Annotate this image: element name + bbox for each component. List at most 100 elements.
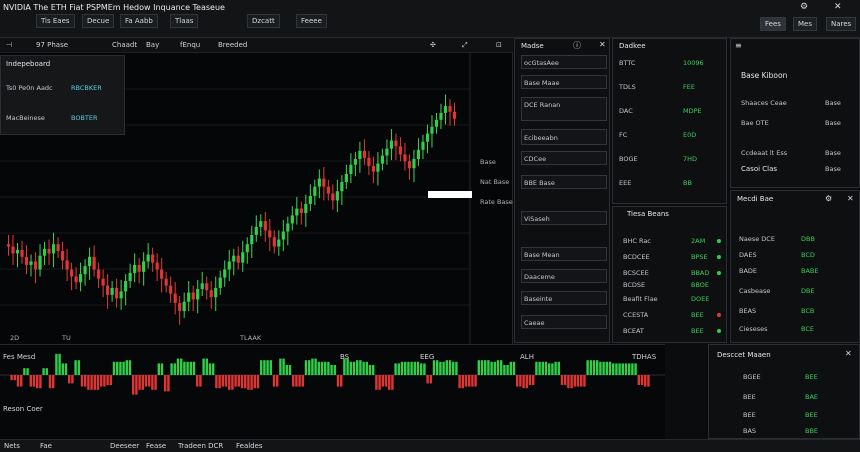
menu-icon[interactable]: ≡ bbox=[735, 41, 742, 50]
close-icon[interactable]: ✕ bbox=[834, 2, 842, 12]
position-sym-4[interactable]: BCDSE bbox=[623, 281, 645, 289]
position-sym-3[interactable]: BCSCEE bbox=[623, 269, 649, 277]
bottom-item-4[interactable]: Fease bbox=[146, 442, 166, 450]
position-sym-1[interactable]: BHC Rac bbox=[623, 237, 651, 245]
indicator-bar bbox=[384, 375, 388, 387]
info-icon[interactable]: ⓘ bbox=[573, 40, 581, 51]
candle bbox=[245, 244, 249, 253]
position-sym-2[interactable]: BCDCEE bbox=[623, 253, 650, 261]
indicator-bar bbox=[90, 375, 93, 390]
orderbook-item-7[interactable]: ViSaseh bbox=[521, 211, 607, 225]
candle bbox=[214, 287, 218, 298]
close-icon[interactable]: ✕ bbox=[599, 40, 606, 49]
chart-toolbar-item-3[interactable]: Bay bbox=[146, 41, 159, 49]
chart-toolbar-item-1[interactable]: 97 Phase bbox=[36, 41, 68, 49]
candle bbox=[299, 208, 303, 214]
orderbook-item-10[interactable]: Baseinte bbox=[521, 291, 607, 305]
orderbook-item-3[interactable]: DCE Ranan bbox=[521, 97, 607, 121]
indicator-bar bbox=[138, 375, 141, 390]
orderbook-item-6[interactable]: BBE Base bbox=[521, 175, 607, 189]
indicator-bar bbox=[640, 375, 644, 385]
indicator-tick-2: EEG bbox=[420, 353, 435, 361]
indicator-bar bbox=[20, 375, 23, 387]
time-tick-2: TU bbox=[62, 334, 71, 342]
overlay-row-label-2: MacBeinese bbox=[6, 114, 45, 122]
crosshair-icon[interactable]: ✣ bbox=[430, 41, 436, 49]
header-button-2[interactable]: Mes bbox=[793, 17, 817, 31]
depth-value-5: BCB bbox=[801, 307, 815, 315]
trade-a-2: BEE bbox=[743, 393, 756, 401]
header-button-3[interactable]: Nares bbox=[826, 17, 857, 31]
orderbook-item-5[interactable]: CDCee bbox=[521, 151, 607, 165]
indicator-bar bbox=[52, 375, 55, 389]
orderbook-title: Madse bbox=[521, 42, 544, 50]
watch-sym-1[interactable]: BTTC bbox=[619, 59, 635, 67]
watch-sym-3[interactable]: DAC bbox=[619, 107, 633, 115]
indicator-bar bbox=[538, 361, 541, 375]
settings-icon[interactable]: ⚙ bbox=[800, 2, 808, 12]
trade-a-4: BAS bbox=[743, 427, 757, 435]
orderbook-item-2[interactable]: Base Maae bbox=[521, 75, 607, 89]
orderbook-item-4[interactable]: Ecibeeabn bbox=[521, 129, 607, 145]
indicator-bar bbox=[199, 375, 202, 387]
tab-3[interactable]: Fa Aabb bbox=[120, 14, 158, 28]
candle bbox=[15, 249, 20, 254]
orderbook-item-8[interactable]: Base Mean bbox=[521, 247, 607, 261]
candle bbox=[69, 269, 74, 277]
depth-value-2: BCD bbox=[801, 251, 815, 259]
bottom-item-5[interactable]: Tradeen DCR bbox=[178, 442, 223, 450]
bottom-item-2[interactable]: Fae bbox=[40, 442, 52, 450]
chart-toolbar-item-5[interactable]: Breeded bbox=[218, 41, 247, 49]
indicator-chart[interactable] bbox=[0, 345, 665, 440]
candle bbox=[326, 186, 330, 194]
orderbook-item-11[interactable]: Caeae bbox=[521, 315, 607, 329]
settings-icon[interactable]: ⚙ bbox=[825, 194, 832, 203]
candle bbox=[196, 289, 200, 300]
indicator-bar bbox=[231, 375, 234, 390]
candle bbox=[137, 264, 141, 272]
watch-sym-5[interactable]: BOGE bbox=[619, 155, 638, 163]
candle bbox=[124, 281, 128, 292]
watch-sym-4[interactable]: FC bbox=[619, 131, 627, 139]
chart-toolbar-item-4[interactable]: fEnqu bbox=[180, 41, 200, 49]
trade-a-3: BEE bbox=[743, 411, 756, 419]
close-icon[interactable]: ✕ bbox=[847, 194, 854, 203]
tab-1[interactable]: Tis Eaes bbox=[36, 14, 75, 28]
indicator-bar bbox=[112, 361, 116, 375]
orderbook-item-1[interactable]: ocGtasAee bbox=[521, 55, 607, 69]
indicator-bar bbox=[106, 375, 109, 385]
indicator-bar bbox=[16, 375, 20, 387]
indicator-bar bbox=[621, 363, 624, 375]
orderbook-item-9[interactable]: Daaceme bbox=[521, 269, 607, 283]
indicator-bar bbox=[58, 353, 61, 375]
position-sym-6[interactable]: CCESTA bbox=[623, 311, 648, 319]
bottom-item-3[interactable]: Deeseer bbox=[110, 442, 139, 450]
position-sym-7[interactable]: BCEAT bbox=[623, 327, 644, 335]
position-sym-5[interactable]: Beafit Flae bbox=[623, 295, 658, 303]
expand-icon[interactable]: ⊡ bbox=[496, 41, 502, 49]
indicator-bar bbox=[381, 375, 384, 387]
zoom-icon[interactable]: ⤢ bbox=[462, 41, 468, 50]
watch-sym-6[interactable]: EEE bbox=[619, 179, 631, 187]
indicator-bar bbox=[647, 375, 650, 387]
tab-2[interactable]: Decue bbox=[82, 14, 115, 28]
price-chart-panel[interactable]: ⊣ 97 Phase Chaadt Bay fEnqu Breeded ✣ ⤢ … bbox=[0, 38, 513, 344]
position-val-4: BBOE bbox=[691, 281, 710, 289]
indicator-bar bbox=[250, 375, 253, 390]
tab-4[interactable]: Tlaas bbox=[170, 14, 199, 28]
chart-toolbar-item-2[interactable]: Chaadt bbox=[112, 41, 137, 49]
depth-value-6: BCE bbox=[801, 325, 814, 333]
depth-row-5: BEAS bbox=[739, 307, 757, 315]
close-icon[interactable]: ✕ bbox=[845, 349, 852, 358]
bottom-item-1[interactable]: Nets bbox=[4, 442, 20, 450]
indicator-strip[interactable]: Fes Mesd Reson Coer TDHAS BS EEG ALH bbox=[0, 344, 665, 439]
watch-sym-2[interactable]: TDLS bbox=[619, 83, 636, 91]
indicator-bar bbox=[416, 361, 420, 375]
chart-back-icon[interactable]: ⊣ bbox=[6, 41, 12, 49]
tab-6[interactable]: Feeee bbox=[296, 14, 327, 28]
indicator-bar bbox=[93, 375, 96, 390]
indicator-bar bbox=[333, 365, 336, 375]
tab-5[interactable]: Dzcatt bbox=[247, 14, 280, 28]
bottom-item-6[interactable]: Fealdes bbox=[236, 442, 263, 450]
header-button-1[interactable]: Fees bbox=[760, 17, 786, 31]
